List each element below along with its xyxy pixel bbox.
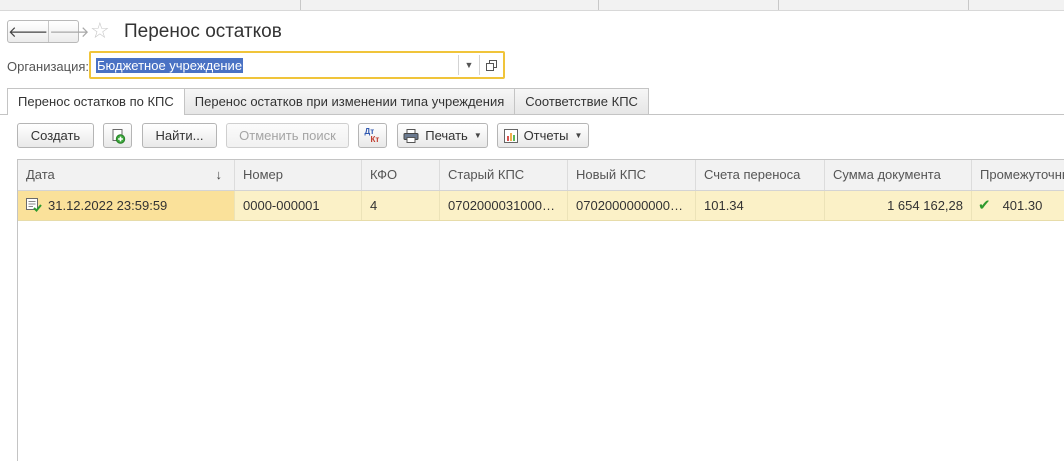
checkmark-icon: ✔ <box>978 197 991 214</box>
find-button-label: Найти... <box>155 128 204 143</box>
tab-transfer-on-type-change[interactable]: Перенос остатков при изменении типа учре… <box>183 88 516 114</box>
open-form-icon <box>485 59 497 71</box>
organization-open-button[interactable] <box>479 55 502 75</box>
find-button[interactable]: Найти... <box>142 123 217 148</box>
navigation-buttons: 🡐 🡒 <box>7 20 89 43</box>
organization-label: Организация: <box>7 59 90 74</box>
copy-button[interactable] <box>103 123 132 148</box>
organization-dropdown-button[interactable]: ▼ <box>458 55 479 75</box>
print-button[interactable]: Печать ▼ <box>397 123 488 148</box>
strip-divider <box>300 0 301 10</box>
forward-button[interactable]: 🡒 <box>49 21 89 42</box>
column-header-number[interactable]: Номер <box>235 160 362 190</box>
print-button-label: Печать <box>425 128 468 143</box>
strip-divider <box>968 0 969 10</box>
cell-intermediate: ✔ 401.30 <box>972 191 1064 220</box>
top-window-strip <box>0 0 1064 11</box>
tab-bar: Перенос остатков по КПС Перенос остатков… <box>7 88 649 115</box>
column-header-intermediate[interactable]: Промежуточны <box>972 160 1064 190</box>
cell-old-kps: 07020000310000... <box>440 191 568 220</box>
table-row[interactable]: 31.12.2022 23:59:59 0000-000001 4 070200… <box>18 191 1064 221</box>
create-button-label: Создать <box>30 128 81 143</box>
dt-kt-icon: Дт Кт <box>365 127 381 144</box>
reports-button-label: Отчеты <box>523 128 569 143</box>
forward-arrow-icon: 🡒 <box>49 24 90 41</box>
cell-amount: 1 654 162,28 <box>825 191 972 220</box>
chevron-down-icon: ▼ <box>574 131 583 140</box>
column-header-new-kps[interactable]: Новый КПС <box>568 160 696 190</box>
tab-transfer-by-kps[interactable]: Перенос остатков по КПС <box>7 88 185 115</box>
cancel-search-label: Отменить поиск <box>239 128 336 143</box>
cell-number: 0000-000001 <box>235 191 362 220</box>
posted-document-icon <box>26 198 42 212</box>
report-chart-icon <box>503 128 518 143</box>
cell-date-value: 31.12.2022 23:59:59 <box>48 198 168 213</box>
tab-kps-mapping[interactable]: Соответствие КПС <box>514 88 649 114</box>
reports-button[interactable]: Отчеты ▼ <box>497 123 589 148</box>
column-header-date-label: Дата <box>26 167 55 182</box>
strip-divider <box>598 0 599 10</box>
column-header-accounts[interactable]: Счета переноса <box>696 160 825 190</box>
organization-field[interactable]: Бюджетное учреждение ▼ <box>89 51 505 79</box>
favorite-star-icon[interactable]: ☆ <box>90 19 110 43</box>
printer-icon <box>403 128 419 143</box>
column-header-amount[interactable]: Сумма документа <box>825 160 972 190</box>
chevron-down-icon: ▼ <box>473 131 482 140</box>
back-arrow-icon: 🡐 <box>8 24 49 41</box>
copy-add-icon <box>112 128 125 144</box>
chevron-down-icon: ▼ <box>464 60 474 70</box>
create-button[interactable]: Создать <box>17 123 94 148</box>
column-header-date[interactable]: Дата ↓ <box>18 160 235 190</box>
column-header-kfo[interactable]: КФО <box>362 160 440 190</box>
sort-descending-icon: ↓ <box>215 167 223 182</box>
cell-accounts: 101.34 <box>696 191 825 220</box>
cell-kfo: 4 <box>362 191 440 220</box>
strip-divider <box>778 0 779 10</box>
documents-table: Дата ↓ Номер КФО Старый КПС Новый КПС Сч… <box>17 159 1064 461</box>
dt-kt-icon-bottom: Кт <box>370 134 380 144</box>
cancel-search-button[interactable]: Отменить поиск <box>226 123 349 148</box>
cell-intermediate-value: 401.30 <box>1002 198 1043 213</box>
column-header-old-kps[interactable]: Старый КПС <box>440 160 568 190</box>
page-title: Перенос остатков <box>124 21 282 42</box>
cell-new-kps: 07020000000000... <box>568 191 696 220</box>
organization-value[interactable]: Бюджетное учреждение <box>96 58 244 73</box>
dt-kt-button[interactable]: Дт Кт <box>358 123 387 148</box>
table-header: Дата ↓ Номер КФО Старый КПС Новый КПС Сч… <box>18 160 1064 191</box>
back-button[interactable]: 🡐 <box>8 21 50 42</box>
cell-date: 31.12.2022 23:59:59 <box>18 191 235 220</box>
